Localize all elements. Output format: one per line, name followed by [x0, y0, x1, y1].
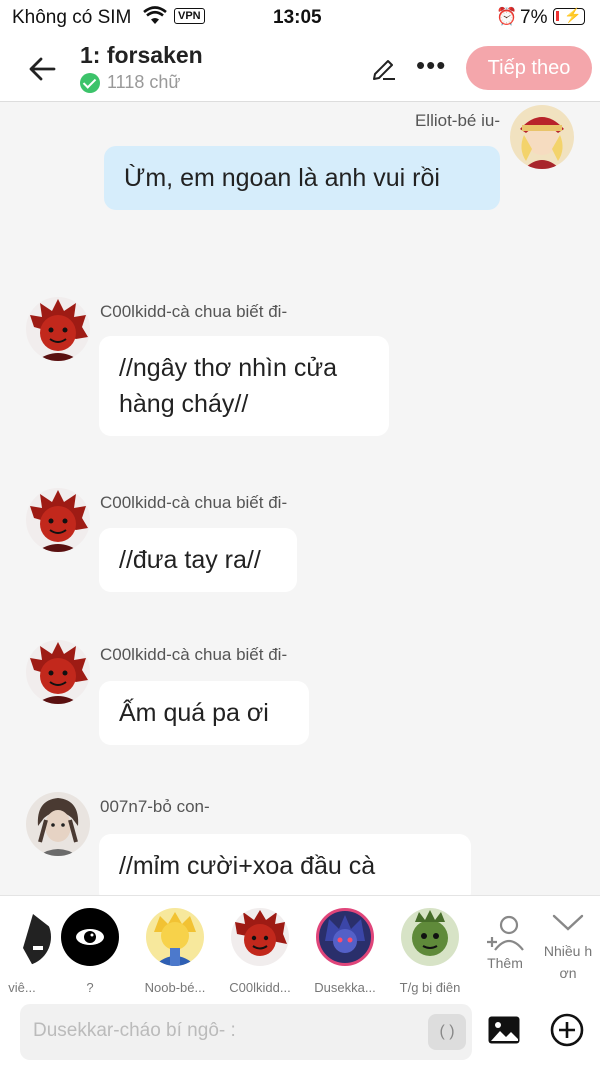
character-label: ? [86, 980, 94, 995]
avatar[interactable] [26, 640, 90, 704]
message-bubble[interactable]: //đưa tay ra// [99, 528, 297, 592]
edit-pen-icon[interactable] [370, 54, 398, 82]
battery-icon: ⚡ [553, 7, 585, 25]
clock: 13:05 [273, 7, 322, 28]
message-bubble[interactable]: Ấm quá pa ơi [99, 681, 309, 745]
add-character-label: Thêm [487, 955, 523, 971]
message-bubble[interactable]: //ngây thơ nhìn cửa hàng cháy// [99, 336, 389, 436]
wifi-icon [143, 6, 167, 32]
add-person-icon [487, 915, 524, 951]
carrier-label: Không có SIM [12, 7, 132, 28]
image-icon[interactable] [487, 1015, 521, 1045]
add-character-button[interactable]: Thêm [480, 914, 530, 971]
chat-area[interactable]: Elliot-bé iu- Ừm, em ngoan là anh vui rồ… [0, 103, 600, 895]
character-item[interactable]: Dusekka... [305, 908, 385, 995]
character-item[interactable]: Noob-bé... [135, 908, 215, 995]
sender-name: C00lkidd-cà chua biết đi- [100, 302, 288, 321]
character-item[interactable]: ? [50, 908, 130, 995]
sender-name: C00lkidd-cà chua biết đi- [100, 493, 288, 512]
back-arrow-icon[interactable] [26, 52, 60, 86]
character-item[interactable]: T/g bị điên [390, 908, 470, 995]
message-input-placeholder: Dusekkar-cháo bí ngô- : [33, 1020, 236, 1041]
composer-bar: Dusekkar-cháo bí ngô- : ( ) [0, 995, 600, 1067]
character-avatar [231, 908, 289, 966]
message-input[interactable]: Dusekkar-cháo bí ngô- : ( ) [20, 1004, 472, 1060]
message-bubble[interactable]: Ừm, em ngoan là anh vui rồi [104, 146, 500, 210]
sender-name: Elliot-bé iu- [414, 111, 500, 130]
character-label: Noob-bé... [144, 980, 206, 995]
avatar[interactable] [26, 488, 90, 552]
character-avatar [0, 908, 51, 966]
word-count-row: 1118 chữ [80, 72, 180, 93]
story-header: 1: forsaken 1118 chữ ••• Tiếp theo [0, 36, 600, 102]
battery-percent: 7% [520, 7, 548, 28]
add-circle-icon[interactable] [550, 1013, 584, 1047]
status-bar: Không có SIM VPN 13:05 ⏰ 7% ⚡ [0, 0, 600, 36]
character-selector: viê... ? Noob-bé... C00lkidd... Dusekka.… [0, 895, 600, 995]
avatar[interactable] [26, 792, 90, 856]
verified-check-icon [80, 72, 100, 93]
character-avatar [401, 908, 459, 966]
word-count: 1118 chữ [107, 72, 181, 92]
narration-toggle-button[interactable]: ( ) [428, 1014, 466, 1050]
character-label: Dusekka... [314, 980, 376, 995]
more-options-icon[interactable]: ••• [416, 50, 446, 81]
character-avatar [316, 908, 374, 966]
story-title: 1: forsaken [80, 42, 203, 68]
more-characters-label: Nhiều h ơn [543, 943, 593, 981]
more-characters-button[interactable]: Nhiều h ơn [538, 912, 598, 984]
avatar[interactable] [510, 105, 574, 169]
character-label: T/g bị điên [399, 980, 461, 995]
character-avatar [61, 908, 119, 966]
message-bubble[interactable]: //mỉm cười+xoa đầu cà [99, 834, 471, 895]
avatar[interactable] [26, 297, 90, 361]
sender-name: C00lkidd-cà chua biết đi- [100, 645, 288, 664]
sender-name: 007n7-bỏ con- [100, 797, 210, 816]
vpn-badge: VPN [174, 8, 205, 24]
character-item[interactable]: C00lkidd... [220, 908, 300, 995]
character-label: C00lkidd... [229, 980, 291, 995]
alarm-icon: ⏰ [496, 7, 518, 26]
chevron-down-icon [552, 914, 584, 931]
character-avatar [146, 908, 204, 966]
next-chapter-button[interactable]: Tiếp theo [466, 46, 592, 90]
